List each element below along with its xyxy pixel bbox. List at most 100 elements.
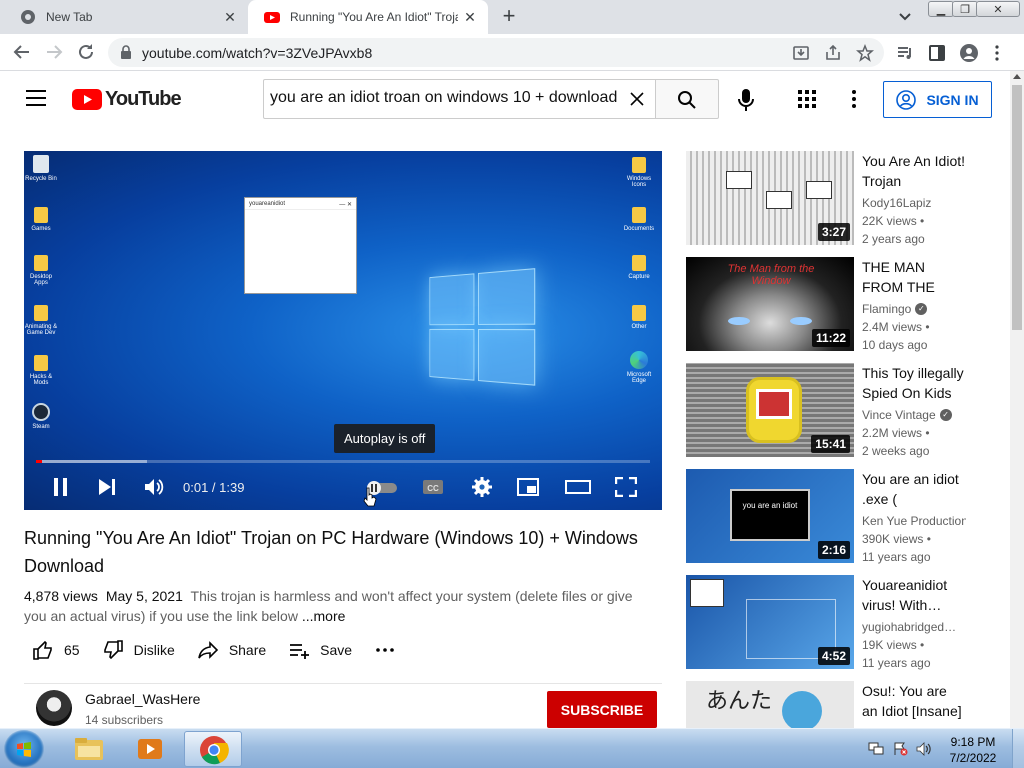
rec-channel[interactable]: Ken Yue Productions [862,512,966,530]
more-actions-button[interactable] [374,639,396,661]
channel-name[interactable]: Gabrael_WasHere [85,691,200,707]
tab-youtube[interactable]: Running "You Are An Idiot" Trojan on PC … [248,0,488,34]
fullscreen-icon[interactable] [615,477,637,497]
miniplayer-icon[interactable] [517,477,539,497]
share-button[interactable]: Share [197,639,266,661]
rec-title[interactable]: THE MAN FROM THE WINDOW [862,257,966,297]
forward-icon[interactable] [44,42,64,62]
search-input[interactable] [270,89,622,107]
volume-icon[interactable] [143,477,165,497]
video-player[interactable]: Recycle Bin Games Desktop Apps Animating… [24,151,662,510]
share-arrow-icon [198,641,218,659]
taskbar-chrome[interactable] [184,731,242,767]
close-tab-icon[interactable]: ✕ [218,9,242,26]
windows-logo [429,268,536,388]
lock-icon[interactable] [120,45,132,59]
rec-title[interactable]: You Are An Idiot! Trojan [862,151,966,191]
rec-channel[interactable]: Kody16Lapiz [862,194,966,212]
side-panel-icon[interactable] [928,44,946,62]
youtube-logo[interactable]: YouTube [72,87,182,110]
recommendation-item[interactable]: you are an idiot 2:16 You are an idiot .… [686,469,976,564]
taskbar-clock[interactable]: 9:18 PM 7/2/2022 [946,734,1000,766]
close-tab-icon[interactable]: ✕ [458,9,482,26]
video-thumbnail[interactable]: you are an idiot 2:16 [686,469,854,563]
rec-title[interactable]: This Toy illegally Spied On Kids [862,363,966,403]
video-thumbnail[interactable]: あんた [686,681,854,728]
recommendation-item[interactable]: 3:27 You Are An Idiot! Trojan Kody16Lapi… [686,151,976,246]
minimize-button[interactable]: ▁ [928,1,954,17]
sign-in-button[interactable]: SIGN IN [883,81,992,118]
like-button[interactable]: 65 [32,639,80,661]
new-tab-button[interactable]: + [498,5,520,27]
scroll-thumb[interactable] [1012,85,1022,330]
clear-search-icon[interactable] [629,91,645,107]
show-more-link[interactable]: ...more [302,608,346,624]
reload-icon[interactable] [76,42,96,62]
search-button[interactable] [655,79,719,119]
taskbar-explorer[interactable] [60,731,118,767]
media-control-icon[interactable] [896,44,914,62]
restore-button[interactable]: ❐ [952,1,978,17]
tab-title: New Tab [46,10,93,24]
start-button[interactable] [4,730,44,768]
recommendation-item[interactable]: 4:52 Youareanidiot virus! With… yugiohab… [686,575,976,670]
apps-grid-icon[interactable] [798,90,816,108]
rec-age: 11 years ago [862,656,931,670]
theater-mode-icon[interactable] [565,477,591,497]
youtube-header: YouTube SIGN IN [0,71,1010,127]
settings-gear-icon[interactable] [471,477,493,497]
address-bar[interactable]: youtube.com/watch?v=3ZVeJPAvxb8 [108,38,884,67]
recommendation-item[interactable]: The Man from the Window 11:22 THE MAN FR… [686,257,976,352]
back-icon[interactable] [12,42,32,62]
pause-icon[interactable] [50,477,72,497]
chevron-down-icon[interactable] [896,8,914,26]
rec-channel[interactable]: Flamingo ✓ [862,300,966,318]
dislike-button[interactable]: Dislike [102,639,175,661]
rec-title[interactable]: You are an idiot .exe ( [862,469,966,509]
taskbar-media-player[interactable] [122,731,180,767]
rec-channel[interactable]: Vince Vintage ✓ [862,406,966,424]
kebab-menu-icon[interactable] [994,44,1000,62]
share-icon[interactable] [824,44,842,62]
rec-age: 10 days ago [862,338,928,352]
save-button[interactable]: Save [288,639,352,661]
profile-icon[interactable] [960,44,978,62]
desktop-icon-capture: Capture [622,255,656,280]
show-desktop-button[interactable] [1012,729,1024,768]
page-scrollbar[interactable] [1010,71,1024,728]
rec-channel[interactable]: yugiohabridged… [862,618,966,636]
install-app-icon[interactable] [792,44,810,62]
logo-text: YouTube [105,87,182,110]
microphone-icon[interactable] [738,89,754,111]
rec-views: 2.4M views • [862,320,930,334]
video-description[interactable]: 4,878 views May 5, 2021 This trojan is h… [24,586,648,626]
avatar[interactable] [36,690,72,726]
clock-time: 9:18 PM [950,735,996,749]
recommendation-item[interactable]: 15:41 This Toy illegally Spied On Kids V… [686,363,976,458]
action-center-icon[interactable] [892,742,908,756]
captions-icon[interactable]: CC [422,477,444,497]
recommendation-item[interactable]: あんた Osu!: You are an Idiot [Insane] [686,681,976,728]
network-icon[interactable] [868,742,884,756]
time-display: 0:01 / 1:39 [183,480,245,495]
next-video-icon[interactable] [96,477,118,497]
desktop-icon-documents: Documents [622,207,656,232]
video-thumbnail[interactable]: 15:41 [686,363,854,457]
bookmark-star-icon[interactable] [856,44,874,62]
volume-tray-icon[interactable] [916,742,932,756]
rec-title[interactable]: Osu!: You are an Idiot [Insane] [862,681,966,721]
hamburger-menu-icon[interactable] [26,90,46,106]
scroll-up-arrow-icon[interactable] [1013,74,1021,79]
close-window-button[interactable]: ✕ [976,1,1020,17]
tab-new-tab[interactable]: New Tab ✕ [4,0,248,34]
video-thumbnail[interactable]: The Man from the Window 11:22 [686,257,854,351]
settings-more-icon[interactable] [852,90,856,108]
view-count: 4,878 views [24,588,98,604]
desktop-icon-steam: Steam [24,403,58,430]
video-thumbnail[interactable]: 4:52 [686,575,854,669]
video-thumbnail[interactable]: 3:27 [686,151,854,245]
rec-title[interactable]: Youareanidiot virus! With… [862,575,966,615]
subscribe-button[interactable]: SUBSCRIBE [547,691,657,728]
progress-bar[interactable] [36,460,650,463]
rec-age: 2 years ago [862,232,925,246]
